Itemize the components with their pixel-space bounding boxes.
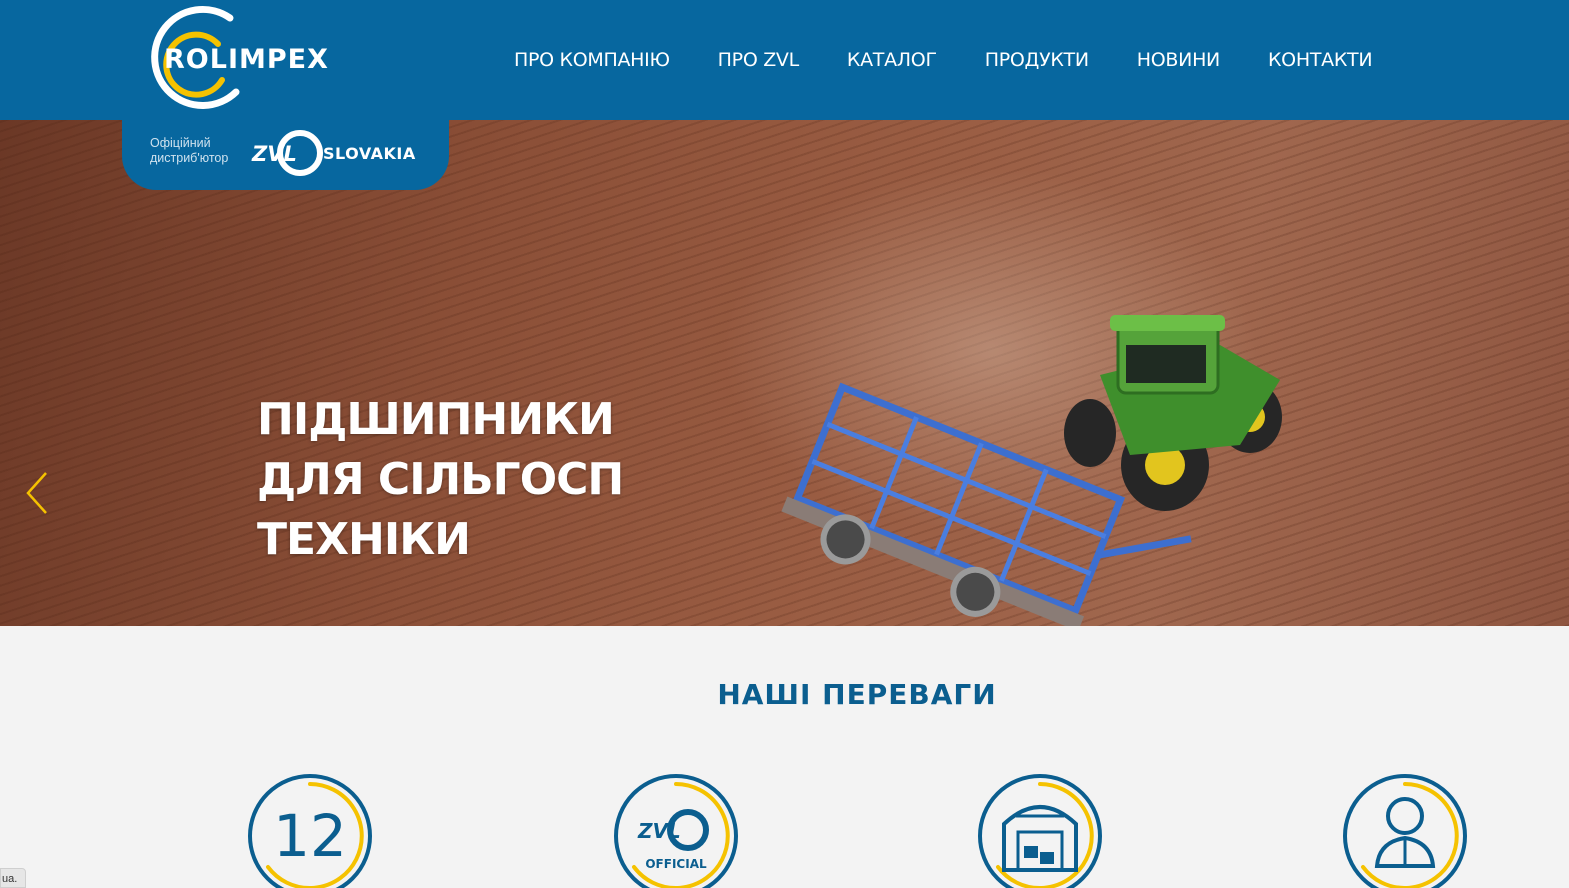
hero-title: ПІДШИПНИКИ ДЛЯ СІЛЬГОСП ТЕХНІКИ — [257, 390, 677, 570]
status-corner-tag: ua. — [0, 868, 26, 888]
nav-about-company[interactable]: ПРО КОМПАНІЮ — [514, 49, 670, 71]
hero-title-line: ТЕХНІКИ — [257, 514, 471, 565]
main-nav: ПРО КОМПАНІЮ ПРО ZVL КАТАЛОГ ПРОДУКТИ НО… — [490, 0, 1396, 120]
prev-slide-arrow-icon[interactable] — [24, 470, 52, 516]
rolimpex-logo[interactable]: ROLIMPEX — [142, 4, 332, 112]
site-header: ROLIMPEX ПРО КОМПАНІЮ ПРО ZVL КАТАЛОГ ПР… — [0, 0, 1569, 120]
distributor-label: Офіційний дистриб'ютор — [150, 136, 229, 165]
hero-title-line: ДЛЯ СІЛЬГОСП — [257, 454, 624, 505]
zvl-logo-text: ZVL — [251, 142, 297, 166]
advantages-title: НАШІ ПЕРЕВАГИ — [717, 678, 997, 711]
nav-news[interactable]: НОВИНИ — [1137, 49, 1221, 71]
nav-catalog[interactable]: КАТАЛОГ — [847, 49, 937, 71]
years-12-icon: 12 — [248, 774, 372, 888]
zvl-official-icon: ZVL OFFICIAL — [614, 774, 738, 888]
years-number: 12 — [273, 802, 347, 870]
hero-slider: ПІДШИПНИКИ ДЛЯ СІЛЬГОСП ТЕХНІКИ — [0, 120, 1569, 626]
manager-icon — [1343, 774, 1467, 888]
nav-contacts[interactable]: КОНТАКТИ — [1268, 49, 1373, 71]
official-distributor-badge[interactable]: Офіційний дистриб'ютор ZVL SLOVAKIA — [122, 118, 449, 190]
nav-products[interactable]: ПРОДУКТИ — [985, 49, 1089, 71]
hero-title-line: ПІДШИПНИКИ — [257, 394, 615, 445]
nav-about-zvl[interactable]: ПРО ZVL — [718, 49, 800, 71]
zvl-slovakia-text: SLOVAKIA — [323, 144, 416, 163]
zvl-official-short: ZVL — [637, 819, 681, 843]
logo-text: ROLIMPEX — [164, 44, 329, 75]
official-label: OFFICIAL — [645, 857, 707, 871]
tractor-with-cultivator-image — [781, 315, 1282, 626]
warehouse-icon — [978, 774, 1102, 888]
